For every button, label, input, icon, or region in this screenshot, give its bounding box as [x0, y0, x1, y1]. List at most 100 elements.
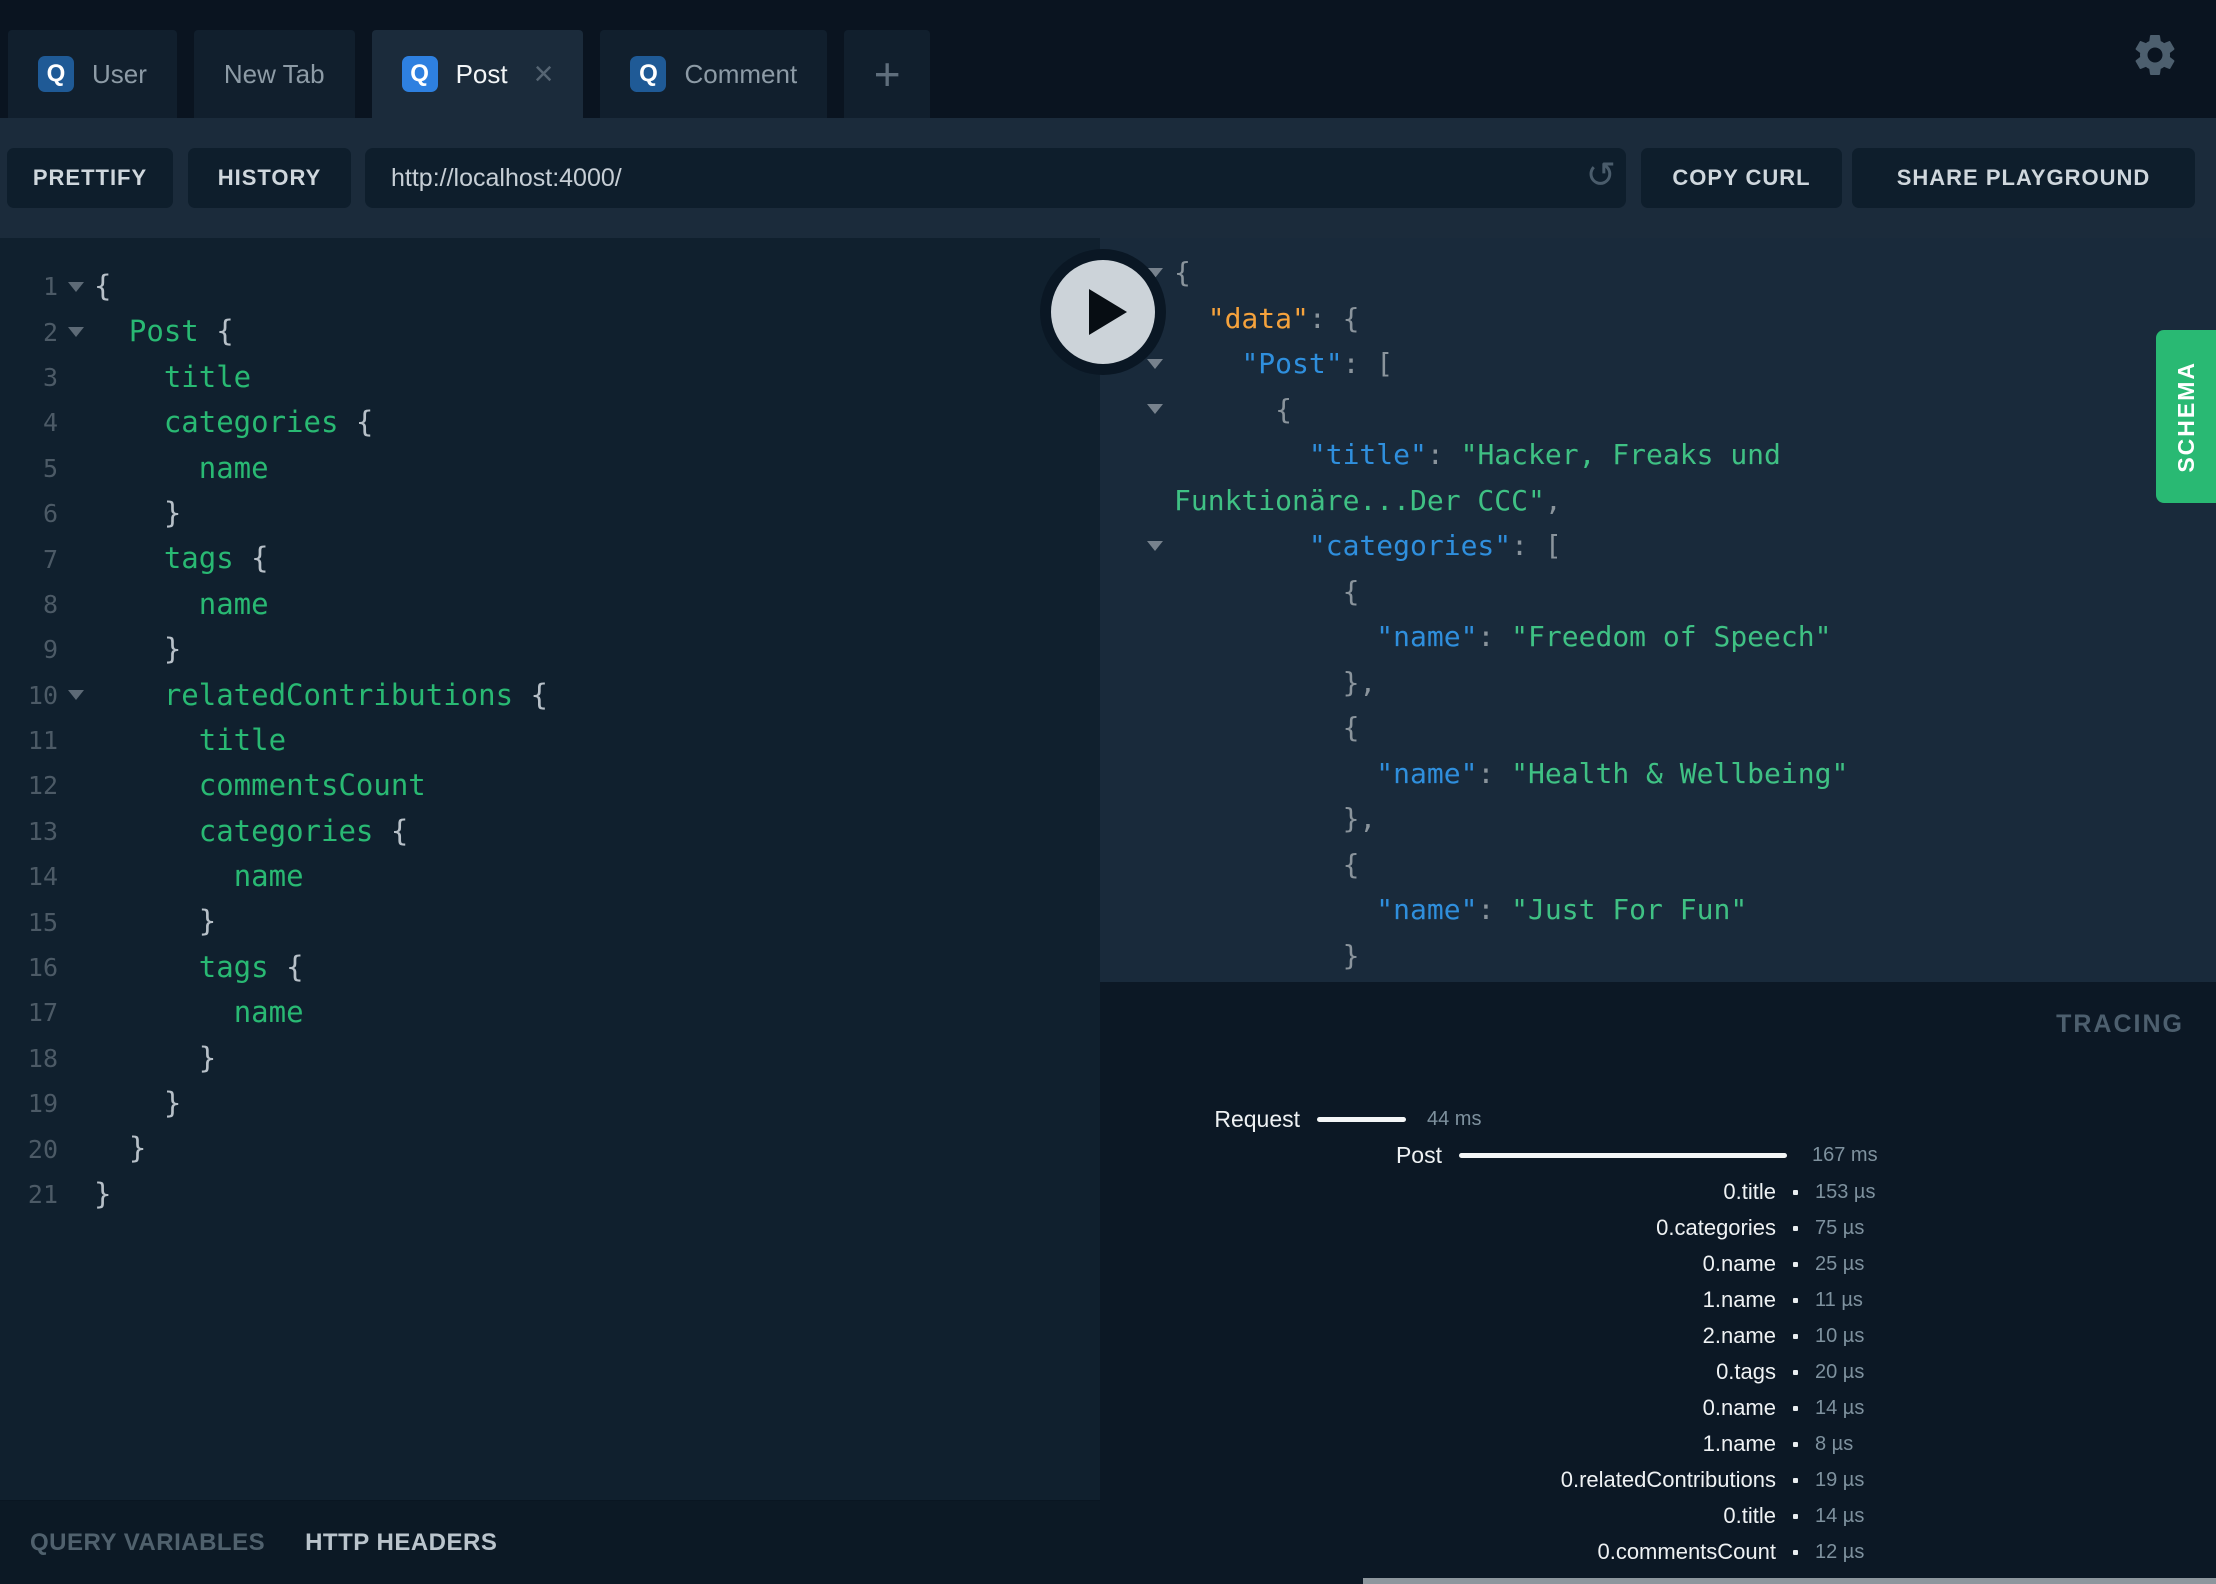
line-number: 10 — [27, 680, 58, 710]
editor-bottom-bar: QUERY VARIABLES HTTP HEADERS — [0, 1500, 1100, 1584]
response-text: { — [1174, 711, 1360, 744]
line-number: 7 — [42, 544, 58, 574]
response-line: }, — [1100, 796, 2216, 842]
history-button[interactable]: HISTORY — [188, 148, 351, 208]
response-text: } — [1174, 938, 1360, 972]
line-number: 5 — [42, 453, 58, 483]
trace-dot-separator — [1793, 1225, 1798, 1231]
collapse-arrow-icon[interactable] — [1146, 358, 1163, 369]
tracing-panel[interactable]: TRACING Request 44 ms Post 167 ms 0.title 15… — [1100, 982, 2216, 1584]
tab-label: User — [92, 58, 147, 89]
trace-duration: 14 µs — [1815, 1396, 1865, 1419]
trace-row: 1.name 8 µs — [1100, 1426, 2216, 1462]
response-text: }, — [1174, 802, 1377, 835]
response-text: "name": "Just For Fun" — [1376, 893, 1748, 926]
code-line: 8 name — [0, 582, 1100, 627]
trace-bar — [1317, 1117, 1406, 1122]
trace-dot-separator — [1793, 1369, 1798, 1375]
fold-arrow-icon[interactable] — [68, 281, 84, 292]
collapse-arrow-slot — [1135, 404, 1174, 415]
code-text: } — [94, 1131, 147, 1166]
code-text: name — [198, 450, 269, 485]
trace-dot-separator — [1793, 1477, 1798, 1483]
query-variables-tab[interactable]: QUERY VARIABLES — [30, 1529, 265, 1557]
trace-row: 0.title 14 µs — [1100, 1498, 2216, 1534]
response-viewer[interactable]: { "data": { "Post": [ { "title": "Hacker… — [1100, 238, 2216, 982]
line-number: 21 — [27, 1180, 58, 1209]
trace-row: 0.commentsCount 12 µs — [1100, 1534, 2216, 1570]
new-tab-button[interactable]: + — [844, 30, 931, 118]
response-text: "data": { — [1207, 301, 1360, 335]
line-number: 2 — [42, 317, 58, 347]
tab-new-tab[interactable]: New Tab — [193, 30, 355, 118]
trace-label: 1.name — [1702, 1431, 1776, 1456]
response-text: "name": "Health & Wellbeing" — [1376, 756, 1849, 790]
code-line: 14 name — [0, 854, 1100, 899]
url-input[interactable] — [365, 148, 1626, 208]
prettify-button[interactable]: PRETTIFY — [7, 148, 173, 208]
trace-row: 0.title 153 µs — [1100, 1174, 2216, 1210]
close-icon[interactable]: × — [534, 57, 554, 91]
tracing-title: TRACING — [2056, 1010, 2184, 1038]
graphql-playground: Q User New Tab Q Post × Q Comment + PRETTIFY HIS… — [0, 0, 2216, 1584]
trace-duration: 14 µs — [1815, 1504, 1865, 1527]
code-text: } — [94, 1040, 217, 1075]
code-text: title — [163, 359, 252, 394]
code-line: 1{ — [0, 264, 1100, 309]
code-line: 9 } — [0, 627, 1100, 672]
response-text: "Post": [ — [1241, 347, 1394, 380]
line-number: 3 — [42, 362, 58, 392]
code-text: } — [94, 495, 182, 530]
copy-curl-button[interactable]: COPY CURL — [1641, 148, 1842, 208]
line-number: 19 — [27, 1089, 58, 1119]
collapse-arrow-icon[interactable] — [1146, 404, 1163, 415]
code-line: 3 title — [0, 355, 1100, 400]
tab-post[interactable]: Q Post × — [371, 30, 584, 118]
url-bar: ↺ — [365, 148, 1626, 208]
query-editor[interactable]: 1{2 Post {3 title 4 categories {5 name 6 }… — [0, 238, 1100, 1500]
trace-dot-separator — [1793, 1549, 1798, 1555]
response-line: Funktionäre...Der CCC", — [1100, 478, 2216, 524]
response-text: { — [1174, 256, 1191, 289]
http-headers-tab[interactable]: HTTP HEADERS — [305, 1529, 497, 1557]
collapse-arrow-slot — [1135, 540, 1174, 551]
code-text: categories { — [198, 813, 409, 848]
reload-icon[interactable]: ↺ — [1586, 155, 1616, 196]
code-line: 17 name — [0, 990, 1100, 1035]
trace-row: 1.name 11 µs — [1100, 1282, 2216, 1318]
trace-label: 0.name — [1702, 1395, 1776, 1420]
fold-arrow-icon[interactable] — [68, 690, 84, 701]
schema-tab[interactable]: SCHEMA — [2156, 330, 2216, 503]
trace-row: Request 44 ms — [1100, 1101, 2216, 1137]
response-line: "name": "Freedom of Speech" — [1100, 614, 2216, 660]
fold-arrow-icon[interactable] — [68, 327, 84, 338]
response-line: }, — [1100, 660, 2216, 706]
line-number: 11 — [27, 726, 58, 756]
trace-label: 0.title — [1723, 1179, 1776, 1204]
execute-query-button[interactable] — [1040, 249, 1166, 375]
tab-comment[interactable]: Q Comment — [600, 30, 828, 118]
response-line: "data": { — [1100, 296, 2216, 342]
play-button-circle — [1051, 260, 1155, 364]
code-text: } — [94, 904, 217, 939]
code-text: name — [198, 586, 269, 621]
response-text: "name": "Freedom of Speech" — [1376, 620, 1832, 653]
code-line: 5 name — [0, 446, 1100, 491]
code-line: 16 tags { — [0, 945, 1100, 990]
tab-user[interactable]: Q User — [8, 30, 177, 118]
trace-dot-separator — [1793, 1189, 1798, 1195]
trace-label: Request — [1214, 1106, 1300, 1132]
line-number: 17 — [27, 998, 58, 1028]
line-number: 20 — [27, 1134, 58, 1164]
settings-gear-icon[interactable] — [2130, 30, 2180, 80]
line-number: 14 — [27, 862, 58, 892]
line-number: 6 — [42, 499, 58, 529]
response-line: { — [1100, 250, 2216, 296]
code-text: } — [94, 1176, 112, 1211]
share-playground-button[interactable]: SHARE PLAYGROUND — [1852, 148, 2195, 208]
trace-duration: 8 µs — [1815, 1432, 1854, 1455]
tracing-horizontal-scrollbar[interactable] — [1363, 1578, 2216, 1584]
collapse-arrow-icon[interactable] — [1146, 540, 1163, 551]
code-text: relatedContributions { — [163, 677, 548, 712]
response-text: { — [1174, 392, 1293, 426]
